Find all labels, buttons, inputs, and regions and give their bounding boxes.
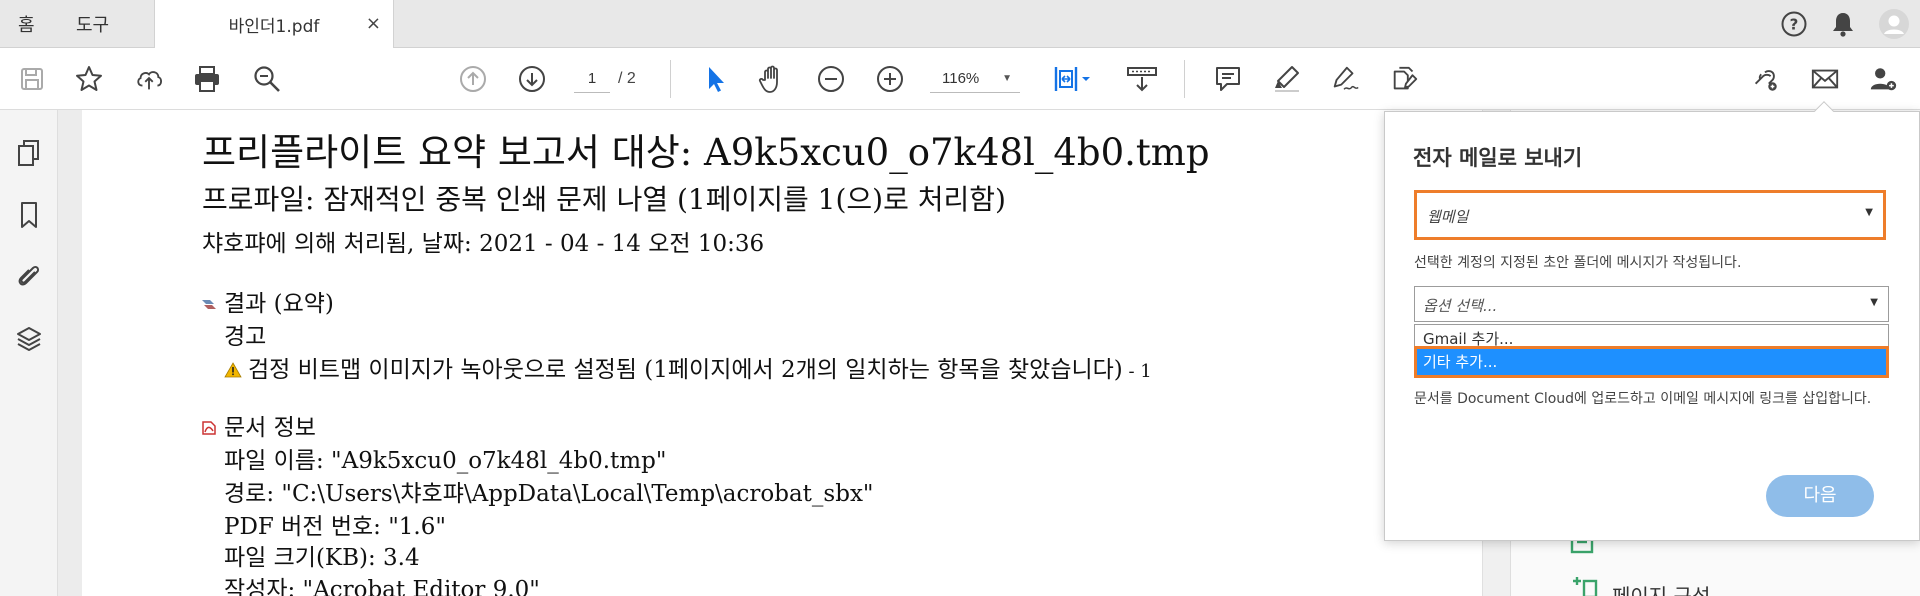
tool-organize-pages[interactable]: 페이지 구성 — [1612, 580, 1710, 596]
docinfo-heading: 문서 정보 — [224, 415, 316, 441]
chevron-down-icon: ▼ — [1870, 297, 1878, 308]
fit-page-icon[interactable] — [1052, 64, 1094, 94]
option-dropdown-list: Gmail 추가... 기타 추가... — [1414, 324, 1889, 378]
avatar[interactable] — [1878, 8, 1910, 40]
sign-icon[interactable] — [1330, 64, 1360, 94]
email-account-select[interactable]: 웹메일 ▼ — [1414, 190, 1886, 240]
tab-tools[interactable]: 도구 — [76, 0, 109, 48]
page-thumbnails-icon[interactable] — [14, 138, 44, 168]
document-info-icon — [200, 416, 218, 442]
file-name-line: 파일 이름: "A9k5xcu0_o7k48l_4b0.tmp" — [224, 448, 667, 474]
next-page-icon[interactable] — [517, 64, 547, 94]
cloud-upload-icon[interactable] — [134, 64, 164, 94]
page-number-input[interactable]: 1 — [574, 65, 610, 93]
print-icon[interactable] — [192, 64, 222, 94]
warning-count: - 1 — [1122, 361, 1152, 382]
tab-document[interactable]: 바인더1.pdf × — [154, 0, 394, 48]
account-area: ? — [1780, 8, 1910, 40]
previous-page-icon[interactable] — [458, 64, 488, 94]
report-processed-by: 챠호퍄에 의해 처리됨, 날짜: 2021 - 04 - 14 오전 10:36 — [202, 231, 765, 257]
tab-home[interactable]: 홈 — [18, 0, 35, 48]
layers-icon[interactable] — [14, 324, 44, 354]
docinfo-heading-row: 문서 정보 — [200, 408, 316, 442]
account-hint: 선택한 계정의 지정된 초안 폴더에 메시지가 작성됩니다. — [1414, 255, 1742, 271]
bell-icon[interactable] — [1830, 10, 1856, 38]
highlighter-icon[interactable] — [1272, 64, 1302, 94]
star-icon[interactable] — [74, 64, 104, 94]
organize-pages-icon[interactable] — [1569, 576, 1599, 596]
page-total: / 2 — [618, 70, 636, 87]
pdf-version-line: PDF 버전 번호: "1.6" — [224, 514, 446, 540]
left-navigation-rail — [0, 110, 58, 596]
edit-document-icon[interactable] — [1390, 64, 1420, 94]
zoom-level-value: 116% — [942, 70, 980, 87]
select-cursor-icon[interactable] — [700, 64, 730, 94]
send-email-popup: 전자 메일로 보내기 웹메일 ▼ 선택한 계정의 지정된 초안 폴더에 메시지가… — [1384, 111, 1920, 541]
path-line: 경로: "C:\Users\챠호퍄\AppData\Local\Temp\acr… — [224, 481, 874, 507]
file-size-line: 파일 크기(KB): 3.4 — [224, 545, 420, 571]
report-title: 프리플라이트 요약 보고서 대상: A9k5xcu0_o7k48l_4b0.tm… — [202, 131, 1210, 174]
zoom-in-icon[interactable] — [875, 64, 905, 94]
warning-icon — [224, 358, 242, 384]
warning-text: 검정 비트맵 이미지가 녹아웃으로 설정됨 (1페이지에서 2개의 일치하는 항… — [248, 357, 1123, 383]
results-icon — [200, 292, 218, 318]
scroll-mode-icon[interactable] — [1125, 64, 1159, 94]
attachment-icon[interactable] — [14, 262, 44, 292]
warning-label: 경고 — [224, 324, 267, 350]
comment-icon[interactable] — [1213, 64, 1243, 94]
document-page: 프리플라이트 요약 보고서 대상: A9k5xcu0_o7k48l_4b0.tm… — [82, 110, 1482, 596]
zoom-level-select[interactable]: 116% ▼ — [930, 65, 1020, 93]
cloud-hint: 문서를 Document Cloud에 업로드하고 이메일 메시지에 링크를 삽… — [1414, 391, 1872, 407]
toolbar-divider — [1184, 60, 1185, 98]
email-account-value: 웹메일 — [1427, 208, 1469, 226]
save-icon[interactable] — [17, 64, 47, 94]
help-icon[interactable]: ? — [1780, 10, 1808, 38]
tab-close-button[interactable]: × — [366, 13, 381, 34]
toolbar: 1 / 2 116% ▼ — [0, 48, 1920, 110]
next-button[interactable]: 다음 — [1766, 475, 1874, 517]
option-add-other[interactable]: 기타 추가... — [1414, 346, 1889, 378]
zoom-search-icon[interactable] — [252, 64, 282, 94]
chevron-down-icon: ▼ — [1002, 73, 1012, 84]
email-icon[interactable] — [1810, 64, 1840, 94]
toolbar-divider — [670, 60, 671, 98]
option-select[interactable]: 옵션 선택... ▼ — [1414, 286, 1889, 322]
author-line: 작성자: "Acrobat Editor 9.0" — [224, 577, 540, 596]
popup-title: 전자 메일로 보내기 — [1413, 146, 1583, 170]
results-heading-row: 결과 (요약) — [200, 284, 334, 318]
tab-bar: 홈 도구 바인더1.pdf × ? — [0, 0, 1920, 48]
share-link-icon[interactable] — [1750, 64, 1780, 94]
zoom-out-icon[interactable] — [816, 64, 846, 94]
hand-tool-icon[interactable] — [757, 64, 787, 94]
bookmark-icon[interactable] — [14, 200, 44, 230]
report-profile: 프로파일: 잠재적인 중복 인쇄 문제 나열 (1페이지를 1(으)로 처리함) — [202, 183, 1006, 216]
add-user-icon[interactable] — [1868, 64, 1898, 94]
document-gutter — [58, 110, 82, 596]
warning-row: 검정 비트맵 이미지가 녹아웃으로 설정됨 (1페이지에서 2개의 일치하는 항… — [224, 350, 1152, 384]
option-select-placeholder: 옵션 선택... — [1423, 297, 1498, 315]
tab-document-label: 바인더1.pdf — [228, 16, 320, 37]
results-heading: 결과 (요약) — [224, 291, 334, 317]
svg-text:?: ? — [1790, 16, 1799, 34]
chevron-down-icon: ▼ — [1865, 207, 1873, 218]
